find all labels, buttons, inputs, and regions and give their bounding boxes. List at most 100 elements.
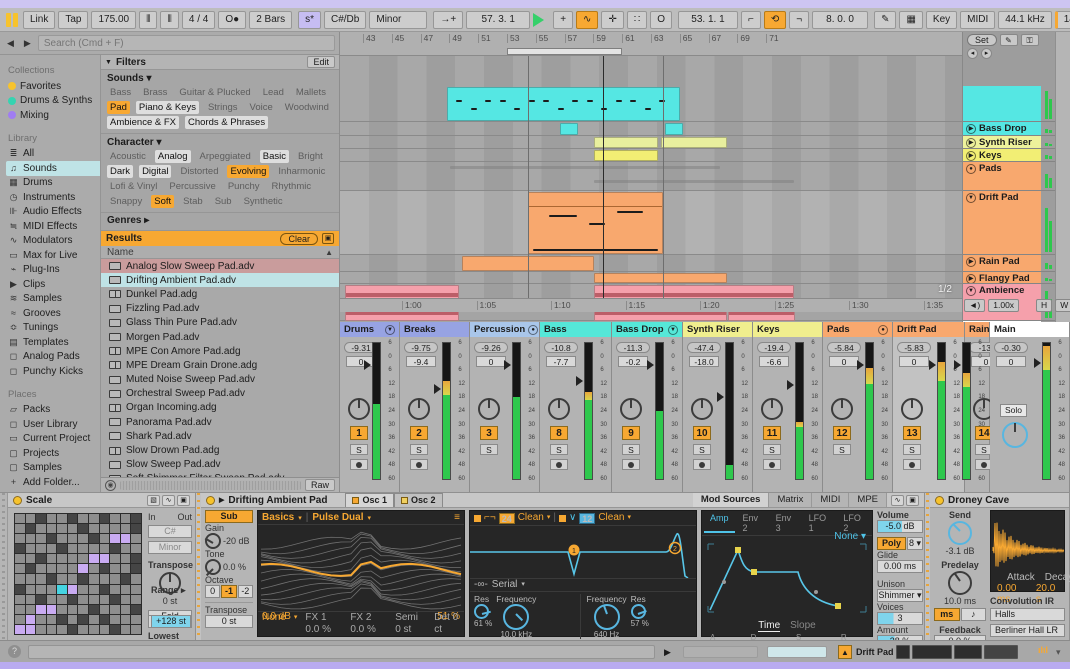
scale-grid-cell[interactable]: [36, 604, 46, 614]
solo-button[interactable]: S: [833, 444, 851, 455]
scale-grid-cell[interactable]: [89, 544, 99, 554]
gain-knob[interactable]: [204, 533, 221, 549]
filter-tag-evolving[interactable]: Evolving: [227, 165, 270, 178]
scale-grid-cell[interactable]: [110, 564, 120, 574]
scale-mode-icon[interactable]: s*: [298, 10, 321, 29]
filter-tag-rhythmic[interactable]: Rhythmic: [269, 180, 315, 193]
filter2-shape-icon[interactable]: ∨: [569, 512, 576, 524]
zoom-level[interactable]: 1.00x: [988, 299, 1020, 312]
fx1-value[interactable]: FX 1 0.0 %: [305, 612, 342, 636]
scale-grid-cell[interactable]: [99, 534, 110, 544]
next-marker-button[interactable]: ▸: [981, 48, 992, 59]
scale-grid-cell[interactable]: [78, 534, 89, 544]
predelay-ms-toggle[interactable]: ms: [934, 608, 960, 621]
scale-grid-cell[interactable]: [46, 584, 57, 594]
clear-filters-button[interactable]: Clear: [280, 232, 318, 245]
track-fold-icon[interactable]: ▶: [966, 274, 976, 283]
scale-grid[interactable]: [14, 513, 142, 635]
scale-device-on-toggle[interactable]: [13, 495, 22, 505]
filter-tag-pad[interactable]: Pad: [107, 101, 130, 114]
wavetable-save-icon[interactable]: ▣: [906, 494, 919, 506]
search-input[interactable]: [37, 35, 335, 51]
scale-grid-cell[interactable]: [67, 604, 78, 614]
res2-knob[interactable]: [630, 604, 647, 619]
list-item[interactable]: MPE Dream Grain Drone.adg: [101, 358, 339, 372]
poly-mode-button[interactable]: Poly: [877, 537, 906, 550]
scale-grid-cell[interactable]: [78, 584, 89, 594]
peak-level-display[interactable]: -11.3: [616, 342, 650, 353]
peak-level-display[interactable]: -10.8: [544, 342, 578, 353]
filter-tag-brass[interactable]: Brass: [140, 86, 170, 99]
bar-ruler[interactable]: 43 45 47 49 51 53 55 57 59 61 63 65 67 69 71: [340, 32, 962, 56]
scale-name-menu[interactable]: Minor: [369, 10, 428, 29]
scale-grid-cell[interactable]: [89, 534, 99, 544]
channel-header[interactable]: Rain P: [965, 322, 989, 337]
scale-grid-cell[interactable]: [110, 514, 120, 524]
scale-grid-cell[interactable]: [110, 524, 120, 534]
chain-play-icon[interactable]: ▶: [664, 647, 671, 658]
octave-button-0[interactable]: 0: [205, 585, 221, 598]
volume-fader-handle[interactable]: [364, 359, 371, 370]
scale-grid-cell[interactable]: [25, 544, 36, 554]
scale-grid-cell[interactable]: [15, 524, 25, 534]
scale-grid-cell[interactable]: [120, 614, 131, 624]
scale-grid-cell[interactable]: [99, 574, 110, 584]
scale-grid-cell[interactable]: [36, 514, 46, 524]
preview-audition-icon[interactable]: ◄): [964, 299, 986, 312]
solo-button[interactable]: S: [350, 444, 368, 455]
peak-level-display[interactable]: -5.83: [897, 342, 931, 353]
ir-category-menu[interactable]: Halls: [990, 608, 1065, 621]
pan-knob[interactable]: [620, 398, 642, 420]
scale-grid-cell[interactable]: [78, 514, 89, 524]
loop-length-field[interactable]: 8. 0. 0: [812, 10, 869, 29]
env-tab-env-[interactable]: Env 3: [770, 513, 801, 533]
unison-mode-menu[interactable]: Shimmer ▾: [877, 589, 923, 602]
pan-knob[interactable]: [901, 398, 923, 420]
arrangement-clip[interactable]: [661, 137, 727, 148]
peak-level-display[interactable]: -5.84: [827, 342, 861, 353]
scale-grid-cell[interactable]: [25, 574, 36, 584]
scale-grid-cell[interactable]: [78, 614, 89, 624]
scale-grid-cell[interactable]: [120, 564, 131, 574]
track-header-bass-drop[interactable]: ▶ Bass Drop: [963, 122, 1041, 136]
device-chain-minimap[interactable]: [954, 645, 982, 659]
list-item[interactable]: Morgen Pad.adv: [101, 330, 339, 344]
prev-marker-button[interactable]: ◂: [967, 48, 978, 59]
filter-tag-synthetic[interactable]: Synthetic: [241, 195, 286, 208]
sidebar-item-sounds[interactable]: ♫ Sounds: [6, 161, 100, 176]
filters-edit-button[interactable]: Edit: [307, 56, 335, 68]
volume-fader-handle[interactable]: [504, 359, 511, 370]
list-item[interactable]: Orchestral Sweep Pad.adv: [101, 387, 339, 401]
scale-grid-cell[interactable]: [15, 604, 25, 614]
mixer-channel-percussion[interactable]: Percussion ● -9.26 0 6 0 6 12 18 24 30 36 42 48 60 3 S: [470, 322, 540, 492]
tab-midi[interactable]: MIDI: [812, 493, 850, 507]
filter-tag-piano-keys[interactable]: Piano & Keys: [135, 101, 199, 114]
scale-grid-cell[interactable]: [57, 554, 67, 564]
filter-tag-woodwind[interactable]: Woodwind: [282, 101, 332, 114]
wavetable-device-on-toggle[interactable]: [206, 495, 215, 505]
arm-button[interactable]: [903, 459, 921, 470]
volume-fader-handle[interactable]: [434, 383, 441, 394]
track-header-keys[interactable]: ▶ Keys: [963, 149, 1041, 162]
sidebar-item-tunings[interactable]: ≎ Tunings: [6, 321, 100, 336]
filter-tag-arpeggiated[interactable]: Arpeggiated: [197, 150, 254, 163]
filter-tag-punchy[interactable]: Punchy: [225, 180, 263, 193]
time-ruler[interactable]: 1:00 1:05 1:10 1:15 1:20 1:25 1:30 1:35: [340, 298, 962, 312]
channel-header[interactable]: Keys: [753, 322, 822, 337]
filter-tag-acoustic[interactable]: Acoustic: [107, 150, 149, 163]
scale-map-icon[interactable]: ▧: [147, 494, 160, 506]
sidebar-item-punchy-kicks[interactable]: ◻ Punchy Kicks: [6, 364, 100, 379]
tab-matrix[interactable]: Matrix: [769, 493, 813, 507]
osc-effect-mode[interactable]: None: [262, 612, 286, 636]
filter-tag-chords-phrases[interactable]: Chords & Phrases: [185, 116, 269, 129]
channel-header[interactable]: Breaks: [400, 322, 469, 337]
genres-group[interactable]: Genres ▸: [101, 213, 339, 231]
sidebar-item-clips[interactable]: ▶ Clips: [6, 277, 100, 292]
midi-overdub-button[interactable]: ∿: [576, 10, 599, 29]
scale-grid-cell[interactable]: [131, 614, 141, 624]
arrangement-clip[interactable]: [594, 180, 794, 183]
filter1-circuit-menu[interactable]: Clean: [518, 512, 544, 524]
scale-grid-cell[interactable]: [46, 554, 57, 564]
track-fold-icon[interactable]: ▼: [966, 286, 976, 296]
list-item[interactable]: Slow Sweep Pad.adv: [101, 458, 339, 472]
